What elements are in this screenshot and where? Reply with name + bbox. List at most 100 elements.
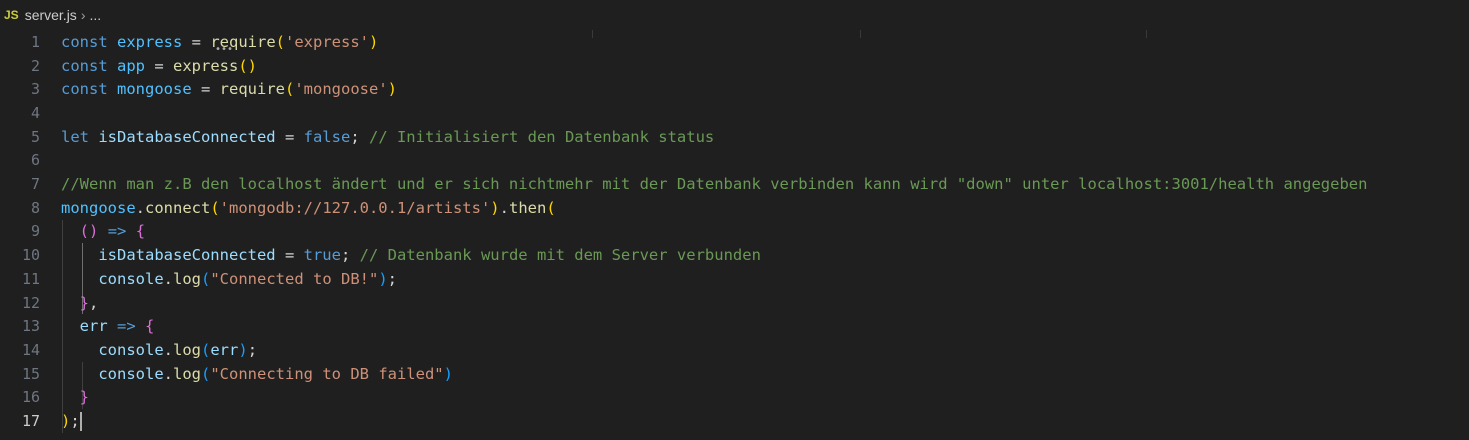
line-number: 6 (30, 151, 40, 170)
code-token: . (135, 198, 145, 217)
code-token: => (117, 317, 136, 336)
code-line[interactable]: 8 mongoose.connect('mongodb://127.0.0.1/a… (0, 196, 1469, 220)
code-token: ( (201, 340, 211, 359)
code-line[interactable]: 6 (0, 149, 1469, 173)
code-text: let isDatabaseConnected = false; // Init… (61, 128, 714, 146)
code-token: express (173, 56, 239, 75)
code-token: () (79, 222, 99, 241)
code-token: . (163, 269, 173, 288)
code-line[interactable]: 1 const express = require('express') (0, 30, 1469, 54)
code-token: ( (210, 198, 220, 217)
code-token: err (210, 340, 239, 359)
code-line[interactable]: 11 console.log("Connected to DB!"); (0, 267, 1469, 291)
code-text: //Wenn man z.B den localhost ändert und … (61, 175, 1367, 193)
code-token: const (61, 56, 117, 75)
code-line[interactable]: 16 } (0, 386, 1469, 410)
code-token: require (210, 32, 276, 51)
code-token: app (117, 56, 145, 75)
code-text: ); (61, 411, 82, 431)
code-token: isDatabaseConnected (98, 127, 276, 146)
code-line[interactable]: 3 const mongoose = require('mongoose') (0, 77, 1469, 101)
code-token: { (135, 222, 146, 241)
line-number: 13 (21, 317, 40, 336)
code-editor[interactable]: ••• 1 const express = require('express') 2… (0, 30, 1469, 440)
breadcrumb-file[interactable]: server.js (25, 7, 77, 23)
code-token: , (89, 293, 99, 312)
code-token: true (303, 246, 341, 265)
code-token: ( (284, 80, 295, 99)
code-text: }, (61, 293, 99, 312)
code-token: console (98, 269, 164, 288)
breadcrumb-symbols[interactable]: ... (89, 7, 101, 23)
code-text: const app = express() (61, 57, 257, 75)
code-token: = (275, 127, 304, 146)
line-number: 8 (30, 198, 40, 217)
line-number: 16 (21, 388, 40, 407)
code-line[interactable]: 12 }, (0, 291, 1469, 315)
code-text: console.log("Connected to DB!"); (61, 270, 397, 288)
code-token: "Connecting to DB failed" (210, 364, 444, 383)
code-token: const (61, 32, 117, 51)
code-text: } (61, 388, 89, 406)
code-token: ; (350, 127, 369, 146)
code-token: } (79, 293, 90, 312)
code-token: = (145, 56, 173, 75)
code-line[interactable]: 7 //Wenn man z.B den localhost ändert und… (0, 172, 1469, 196)
code-token: express (117, 32, 183, 51)
line-number: 1 (30, 32, 40, 51)
line-number: 14 (21, 340, 40, 359)
code-line[interactable]: 4 (0, 101, 1469, 125)
line-number: 11 (21, 269, 40, 288)
code-token: ( (201, 364, 211, 383)
code-token: mongoose (61, 198, 136, 217)
code-token: const (61, 80, 117, 99)
code-text: console.log(err); (61, 341, 257, 359)
code-line[interactable]: 13 err => { (0, 314, 1469, 338)
code-line[interactable]: 14 console.log(err); (0, 338, 1469, 362)
code-token: { (145, 317, 155, 336)
chevron-right-icon: › (80, 7, 86, 23)
code-line[interactable]: 5 let isDatabaseConnected = false; // Ini… (0, 125, 1469, 149)
code-token: isDatabaseConnected (98, 246, 276, 265)
code-token: ) (61, 411, 71, 430)
code-token: = (275, 246, 304, 265)
code-token: 'mongodb://127.0.0.1/artists' (219, 198, 491, 217)
code-token: // Datenbank wurde mit dem Server verbun… (359, 246, 761, 265)
code-text: isDatabaseConnected = true; // Datenbank… (61, 246, 761, 264)
code-token: ) (369, 32, 379, 51)
code-token: => (107, 222, 127, 241)
code-token: ; (247, 340, 258, 359)
code-token: log (173, 340, 201, 359)
code-line[interactable]: 17); (0, 409, 1469, 433)
code-token: } (79, 388, 90, 407)
breadcrumb: JS server.js › ... (0, 0, 1469, 30)
line-number: 5 (30, 127, 40, 146)
line-number: 12 (21, 293, 40, 312)
code-line[interactable]: 2 const app = express() (0, 54, 1469, 78)
code-token: . (163, 340, 173, 359)
code-text: const express = require('express') (61, 33, 378, 51)
code-token: false (303, 127, 351, 146)
code-line[interactable]: 10 isDatabaseConnected = true; // Datenb… (0, 243, 1469, 267)
code-token: 'express' (285, 32, 369, 51)
javascript-file-icon: JS (4, 8, 19, 22)
code-token: //Wenn man z.B den localhost ändert und … (61, 175, 1368, 194)
code-token: mongoose (117, 80, 192, 99)
code-token: ) (378, 269, 388, 288)
code-token: let (61, 127, 99, 146)
code-text: const mongoose = require('mongoose') (61, 80, 397, 98)
code-token: ) (443, 364, 453, 383)
code-line[interactable]: 15 console.log("Connecting to DB failed"… (0, 362, 1469, 386)
code-text: console.log("Connecting to DB failed") (61, 365, 453, 383)
code-text: err => { (61, 317, 155, 336)
code-line[interactable]: 9 () => { (0, 220, 1469, 244)
code-token: connect (145, 198, 211, 217)
code-token: 'mongoose' (294, 80, 388, 99)
code-token: ; (70, 411, 80, 430)
